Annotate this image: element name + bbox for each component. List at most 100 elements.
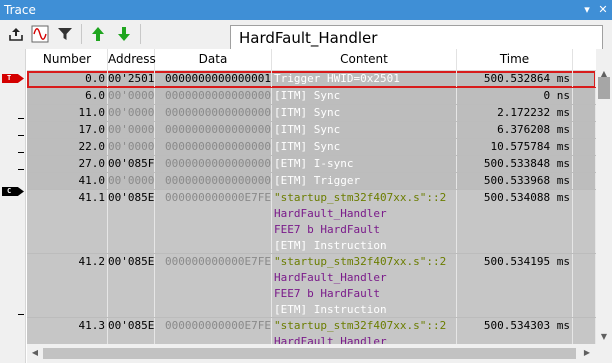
row-time: 2.172232 ms: [457, 105, 573, 121]
horizontal-scrollbar[interactable]: ◀ ▶: [27, 344, 596, 363]
function-name-field[interactable]: HardFault_Handler: [230, 25, 603, 49]
row-extra: [573, 318, 596, 344]
row-data: 000000000000E7FE: [155, 254, 272, 317]
table-row[interactable]: 6.0 00'0000 0000000000000000 [ITM] Sync …: [27, 88, 596, 105]
pin-dropdown-icon[interactable]: ▾: [580, 2, 594, 17]
table-row[interactable]: 41.2 00'085E 000000000000E7FE "startup_s…: [27, 254, 596, 318]
row-time: 500.534088 ms: [457, 190, 573, 253]
close-icon[interactable]: ✕: [596, 2, 610, 17]
row-content: [ETM] Trigger: [272, 173, 457, 189]
trace-gutter[interactable]: T C: [0, 49, 26, 363]
row-address: 00'085E: [108, 254, 155, 317]
row-content: [ITM] Sync: [272, 122, 457, 138]
row-data: 0000000000000000: [155, 156, 272, 172]
filter-icon[interactable]: [55, 24, 75, 44]
row-data: 0000000000000000: [155, 173, 272, 189]
event-type: [ETM] Instruction: [274, 239, 387, 252]
row-number: 41.3: [27, 318, 108, 344]
data-value: 000000000000E7FE: [165, 191, 271, 204]
row-time: 6.376208 ms: [457, 122, 573, 138]
table-row[interactable]: 41.1 00'085E 000000000000E7FE "startup_s…: [27, 190, 596, 254]
row-number: 22.0: [27, 139, 108, 155]
toolbar-separator: [140, 24, 141, 44]
trace-table-header: Number Address Data Content Time: [27, 49, 596, 71]
data-value: 000000000000E7FE: [165, 255, 271, 268]
trace-table-body: 0.0 00'2501 0000000000000001 Trigger HWI…: [27, 71, 596, 344]
column-header-data[interactable]: Data: [155, 49, 272, 71]
column-header-content[interactable]: Content: [272, 49, 457, 71]
row-number: 41.1: [27, 190, 108, 253]
scroll-left-arrow-icon[interactable]: ◀: [30, 348, 40, 358]
row-extra: [573, 254, 596, 317]
gutter-tick: [18, 152, 24, 153]
symbol-name: HardFault_Handler: [274, 271, 387, 284]
column-header-address[interactable]: Address: [108, 49, 156, 71]
trigger-marker-badge: T: [2, 74, 24, 83]
row-address: 00'085E: [108, 190, 155, 253]
gutter-tick: [18, 118, 24, 119]
column-header-number[interactable]: Number: [27, 49, 108, 71]
table-row[interactable]: 17.0 00'0000 0000000000000000 [ITM] Sync…: [27, 122, 596, 139]
table-row[interactable]: 27.0 00'085F 0000000000000000 [ETM] I-sy…: [27, 156, 596, 173]
row-number: 17.0: [27, 122, 108, 138]
table-row[interactable]: 0.0 00'2501 0000000000000001 Trigger HWI…: [27, 71, 596, 88]
row-address: 00'0000: [108, 105, 155, 121]
horizontal-scroll-thumb[interactable]: [43, 348, 576, 359]
scroll-down-arrow-icon[interactable]: ▼: [599, 332, 609, 342]
row-extra: [573, 139, 596, 155]
gutter-tick: [18, 169, 24, 170]
row-content: Trigger HWID=0x2501: [272, 71, 457, 87]
disassembly-line: FEE7 b HardFault: [274, 223, 380, 236]
row-address: 00'0000: [108, 88, 155, 104]
row-time: 500.532864 ms: [457, 71, 573, 87]
table-row[interactable]: 41.0 00'0000 0000000000000000 [ETM] Trig…: [27, 173, 596, 190]
row-extra: [573, 156, 596, 172]
cursor-marker-badge: C: [2, 187, 24, 196]
row-time: 500.533968 ms: [457, 173, 573, 189]
row-data: 0000000000000000: [155, 88, 272, 104]
row-address: 00'085F: [108, 156, 155, 172]
table-row[interactable]: 11.0 00'0000 0000000000000000 [ITM] Sync…: [27, 105, 596, 122]
waveform-icon[interactable]: [30, 24, 50, 44]
row-data: 0000000000000000: [155, 122, 272, 138]
row-extra: [573, 190, 596, 253]
vertical-scrollbar[interactable]: ▲ ▼: [596, 49, 612, 344]
row-content: [ITM] Sync: [272, 139, 457, 155]
row-extra: [573, 105, 596, 121]
row-number: 11.0: [27, 105, 108, 121]
row-extra: [573, 71, 596, 87]
row-number: 41.0: [27, 173, 108, 189]
export-icon[interactable]: [6, 24, 26, 44]
row-data: 0000000000000001: [155, 71, 272, 87]
symbol-name: HardFault_Handler: [274, 207, 387, 220]
column-header-extra: [573, 49, 596, 71]
row-data: 000000000000E7FE: [155, 190, 272, 253]
row-number: 41.2: [27, 254, 108, 317]
source-location: "startup_stm32f407xx.s"::2: [274, 191, 447, 204]
row-content: [ITM] Sync: [272, 88, 457, 104]
row-extra: [573, 122, 596, 138]
row-extra: [573, 173, 596, 189]
row-number: 0.0: [27, 71, 108, 87]
scroll-right-arrow-icon[interactable]: ▶: [582, 348, 592, 358]
source-location: "startup_stm32f407xx.s"::2: [274, 255, 447, 268]
row-time: 500.533848 ms: [457, 156, 573, 172]
row-content: [ETM] I-sync: [272, 156, 457, 172]
row-content: [ITM] Sync: [272, 105, 457, 121]
table-row[interactable]: 41.3 00'085E 000000000000E7FE "startup_s…: [27, 318, 596, 344]
arrow-down-icon[interactable]: [114, 24, 134, 44]
row-number: 6.0: [27, 88, 108, 104]
table-row[interactable]: 22.0 00'0000 0000000000000000 [ITM] Sync…: [27, 139, 596, 156]
vertical-scroll-thumb[interactable]: [598, 77, 610, 99]
row-content: "startup_stm32f407xx.s"::2 HardFault_Han…: [272, 190, 457, 253]
data-value: 000000000000E7FE: [165, 319, 271, 332]
gutter-tick: [18, 314, 24, 315]
arrow-up-icon[interactable]: [88, 24, 108, 44]
row-address: 00'085E: [108, 318, 155, 344]
source-location: "startup_stm32f407xx.s"::2: [274, 319, 447, 332]
row-address: 00'0000: [108, 139, 155, 155]
column-header-time[interactable]: Time: [457, 49, 573, 71]
window-titlebar: Trace ▾ ✕: [0, 0, 612, 20]
toolbar-separator: [81, 24, 82, 44]
row-address: 00'0000: [108, 173, 155, 189]
